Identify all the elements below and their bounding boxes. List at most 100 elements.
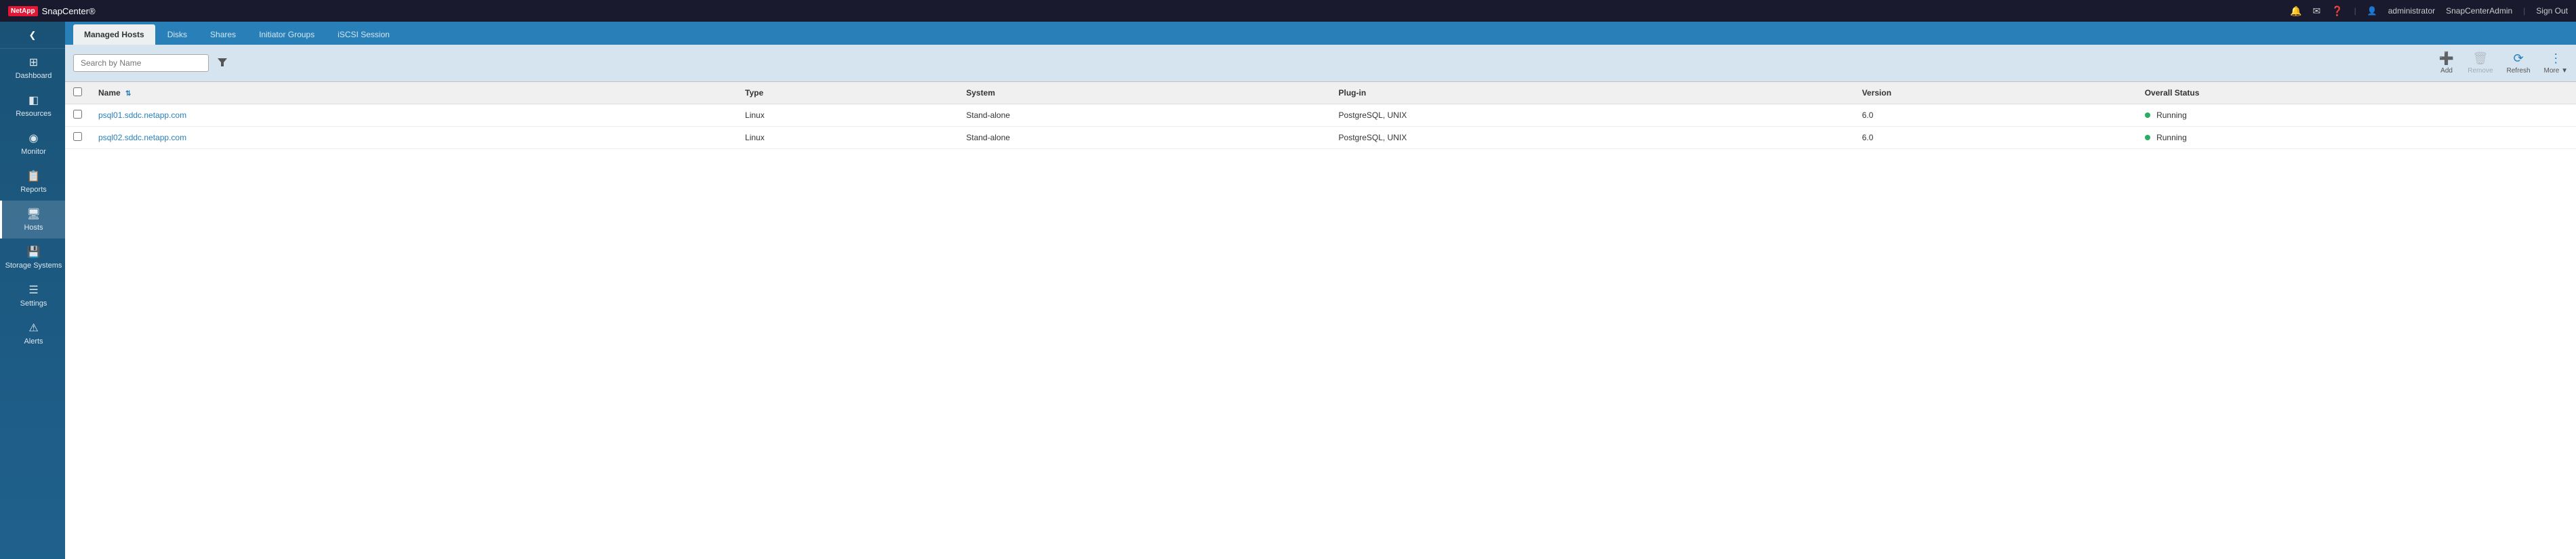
- sidebar-item-label-dashboard: Dashboard: [16, 72, 52, 80]
- refresh-icon: ⟳: [2513, 51, 2523, 66]
- add-label: Add: [2440, 67, 2453, 75]
- sidebar-item-reports[interactable]: 📋 Reports: [0, 163, 65, 201]
- table-header-row: Name ⇅ Type System Plug-in Version Overa…: [65, 82, 2576, 104]
- row-plugin-0: PostgreSQL, UNIX: [1331, 104, 1854, 127]
- row-status-0: Running: [2137, 104, 2576, 127]
- username: administrator: [2388, 6, 2435, 16]
- sidebar-item-label-alerts: Alerts: [24, 337, 43, 346]
- user-icon: 👤: [2367, 6, 2377, 16]
- row-type-0: Linux: [737, 104, 958, 127]
- sidebar-item-alerts[interactable]: ⚠ Alerts: [0, 314, 65, 352]
- tab-iscsi-session[interactable]: iSCSI Session: [327, 24, 401, 45]
- refresh-label: Refresh: [2507, 67, 2531, 75]
- header-system: System: [958, 82, 1330, 104]
- sidebar-item-resources[interactable]: ◧ Resources: [0, 87, 65, 125]
- tab-disks[interactable]: Disks: [157, 24, 198, 45]
- row-name-0: psql01.sddc.netapp.com: [90, 104, 737, 127]
- sidebar-item-label-monitor: Monitor: [21, 148, 46, 156]
- row-version-1: 6.0: [1854, 127, 2137, 149]
- sidebar-item-hosts[interactable]: 🖥 Hosts: [0, 201, 65, 239]
- hosts-icon: 🖥: [26, 207, 40, 221]
- tab-bar: Managed Hosts Disks Shares Initiator Gro…: [65, 22, 2576, 45]
- row-system-0: Stand-alone: [958, 104, 1330, 127]
- search-input[interactable]: [73, 54, 209, 72]
- add-icon: ➕: [2439, 51, 2454, 66]
- table-container: Name ⇅ Type System Plug-in Version Overa…: [65, 82, 2576, 559]
- tab-initiator-groups[interactable]: Initiator Groups: [248, 24, 325, 45]
- sign-out-link[interactable]: Sign Out: [2536, 6, 2568, 16]
- table-body: psql01.sddc.netapp.com Linux Stand-alone…: [65, 104, 2576, 149]
- collapse-icon: ❮: [29, 30, 37, 41]
- header-name[interactable]: Name ⇅: [90, 82, 737, 104]
- header-plugin: Plug-in: [1331, 82, 1854, 104]
- sidebar-item-label-storage: Storage Systems: [5, 262, 62, 270]
- sidebar-item-label-resources: Resources: [16, 110, 52, 118]
- toolbar: ➕ Add 🗑 Remove ⟳ Refresh ⋮ More ▼: [65, 45, 2576, 82]
- resources-icon: ◧: [28, 94, 39, 107]
- toolbar-left: [73, 54, 230, 73]
- hosts-table: Name ⇅ Type System Plug-in Version Overa…: [65, 82, 2576, 149]
- toolbar-right: ➕ Add 🗑 Remove ⟳ Refresh ⋮ More ▼: [2439, 51, 2568, 75]
- row-version-0: 6.0: [1854, 104, 2137, 127]
- filter-icon: [217, 57, 228, 68]
- header-type: Type: [737, 82, 958, 104]
- notification-icon[interactable]: 🔔: [2290, 5, 2301, 17]
- netapp-logo: NetApp: [8, 6, 38, 16]
- top-bar-actions: 🔔 ✉ ❓ | 👤 administrator SnapCenterAdmin …: [2290, 5, 2568, 17]
- divider2: |: [2523, 6, 2525, 16]
- row-name-1: psql02.sddc.netapp.com: [90, 127, 737, 149]
- refresh-button[interactable]: ⟳ Refresh: [2507, 51, 2531, 75]
- header-overall-status: Overall Status: [2137, 82, 2576, 104]
- sidebar-collapse-button[interactable]: ❮: [0, 22, 65, 49]
- host-link-1[interactable]: psql02.sddc.netapp.com: [98, 133, 186, 142]
- main-layout: ❮ ⊞ Dashboard ◧ Resources ◉ Monitor 📋 Re…: [0, 22, 2576, 559]
- status-label-1: Running: [2156, 133, 2187, 142]
- top-bar-brand: NetApp SnapCenter®: [8, 6, 96, 16]
- row-status-1: Running: [2137, 127, 2576, 149]
- tab-shares[interactable]: Shares: [199, 24, 247, 45]
- header-checkbox-cell: [65, 82, 90, 104]
- status-dot-0: [2145, 112, 2150, 118]
- sidebar-item-dashboard[interactable]: ⊞ Dashboard: [0, 49, 65, 87]
- status-dot-1: [2145, 135, 2150, 140]
- reports-icon: 📋: [27, 169, 41, 183]
- storage-icon: 💾: [27, 245, 41, 259]
- sidebar-item-label-hosts: Hosts: [24, 224, 43, 232]
- sidebar-item-label-reports: Reports: [20, 186, 47, 194]
- tab-managed-hosts[interactable]: Managed Hosts: [73, 24, 155, 45]
- sidebar-item-storage-systems[interactable]: 💾 Storage Systems: [0, 239, 65, 276]
- sidebar: ❮ ⊞ Dashboard ◧ Resources ◉ Monitor 📋 Re…: [0, 22, 65, 559]
- remove-label: Remove: [2468, 67, 2493, 75]
- remove-button[interactable]: 🗑 Remove: [2468, 51, 2493, 75]
- sidebar-item-monitor[interactable]: ◉ Monitor: [0, 125, 65, 163]
- top-bar: NetApp SnapCenter® 🔔 ✉ ❓ | 👤 administrat…: [0, 0, 2576, 22]
- row-checkbox-1[interactable]: [73, 132, 82, 141]
- settings-icon: ☰: [28, 283, 38, 297]
- row-checkbox-0[interactable]: [73, 110, 82, 119]
- filter-button[interactable]: [214, 54, 230, 73]
- row-checkbox-cell: [65, 104, 90, 127]
- header-version: Version: [1854, 82, 2137, 104]
- remove-icon: 🗑: [2472, 51, 2488, 66]
- tenant-name: SnapCenterAdmin: [2446, 6, 2512, 16]
- divider: |: [2354, 6, 2356, 16]
- content-area: Managed Hosts Disks Shares Initiator Gro…: [65, 22, 2576, 559]
- name-sort-icon: ⇅: [125, 90, 131, 98]
- more-icon: ⋮: [2550, 51, 2562, 66]
- help-icon[interactable]: ❓: [2331, 5, 2343, 17]
- table-row: psql02.sddc.netapp.com Linux Stand-alone…: [65, 127, 2576, 149]
- table-row: psql01.sddc.netapp.com Linux Stand-alone…: [65, 104, 2576, 127]
- mail-icon[interactable]: ✉: [2313, 5, 2321, 17]
- add-button[interactable]: ➕ Add: [2439, 51, 2454, 75]
- host-link-0[interactable]: psql01.sddc.netapp.com: [98, 110, 186, 120]
- row-plugin-1: PostgreSQL, UNIX: [1331, 127, 1854, 149]
- status-label-0: Running: [2156, 110, 2187, 120]
- dashboard-icon: ⊞: [29, 56, 38, 69]
- more-button[interactable]: ⋮ More ▼: [2544, 51, 2568, 75]
- row-checkbox-cell: [65, 127, 90, 149]
- select-all-checkbox[interactable]: [73, 87, 82, 96]
- monitor-icon: ◉: [29, 131, 39, 145]
- sidebar-item-label-settings: Settings: [20, 299, 47, 308]
- sidebar-item-settings[interactable]: ☰ Settings: [0, 276, 65, 314]
- alerts-icon: ⚠: [28, 321, 38, 335]
